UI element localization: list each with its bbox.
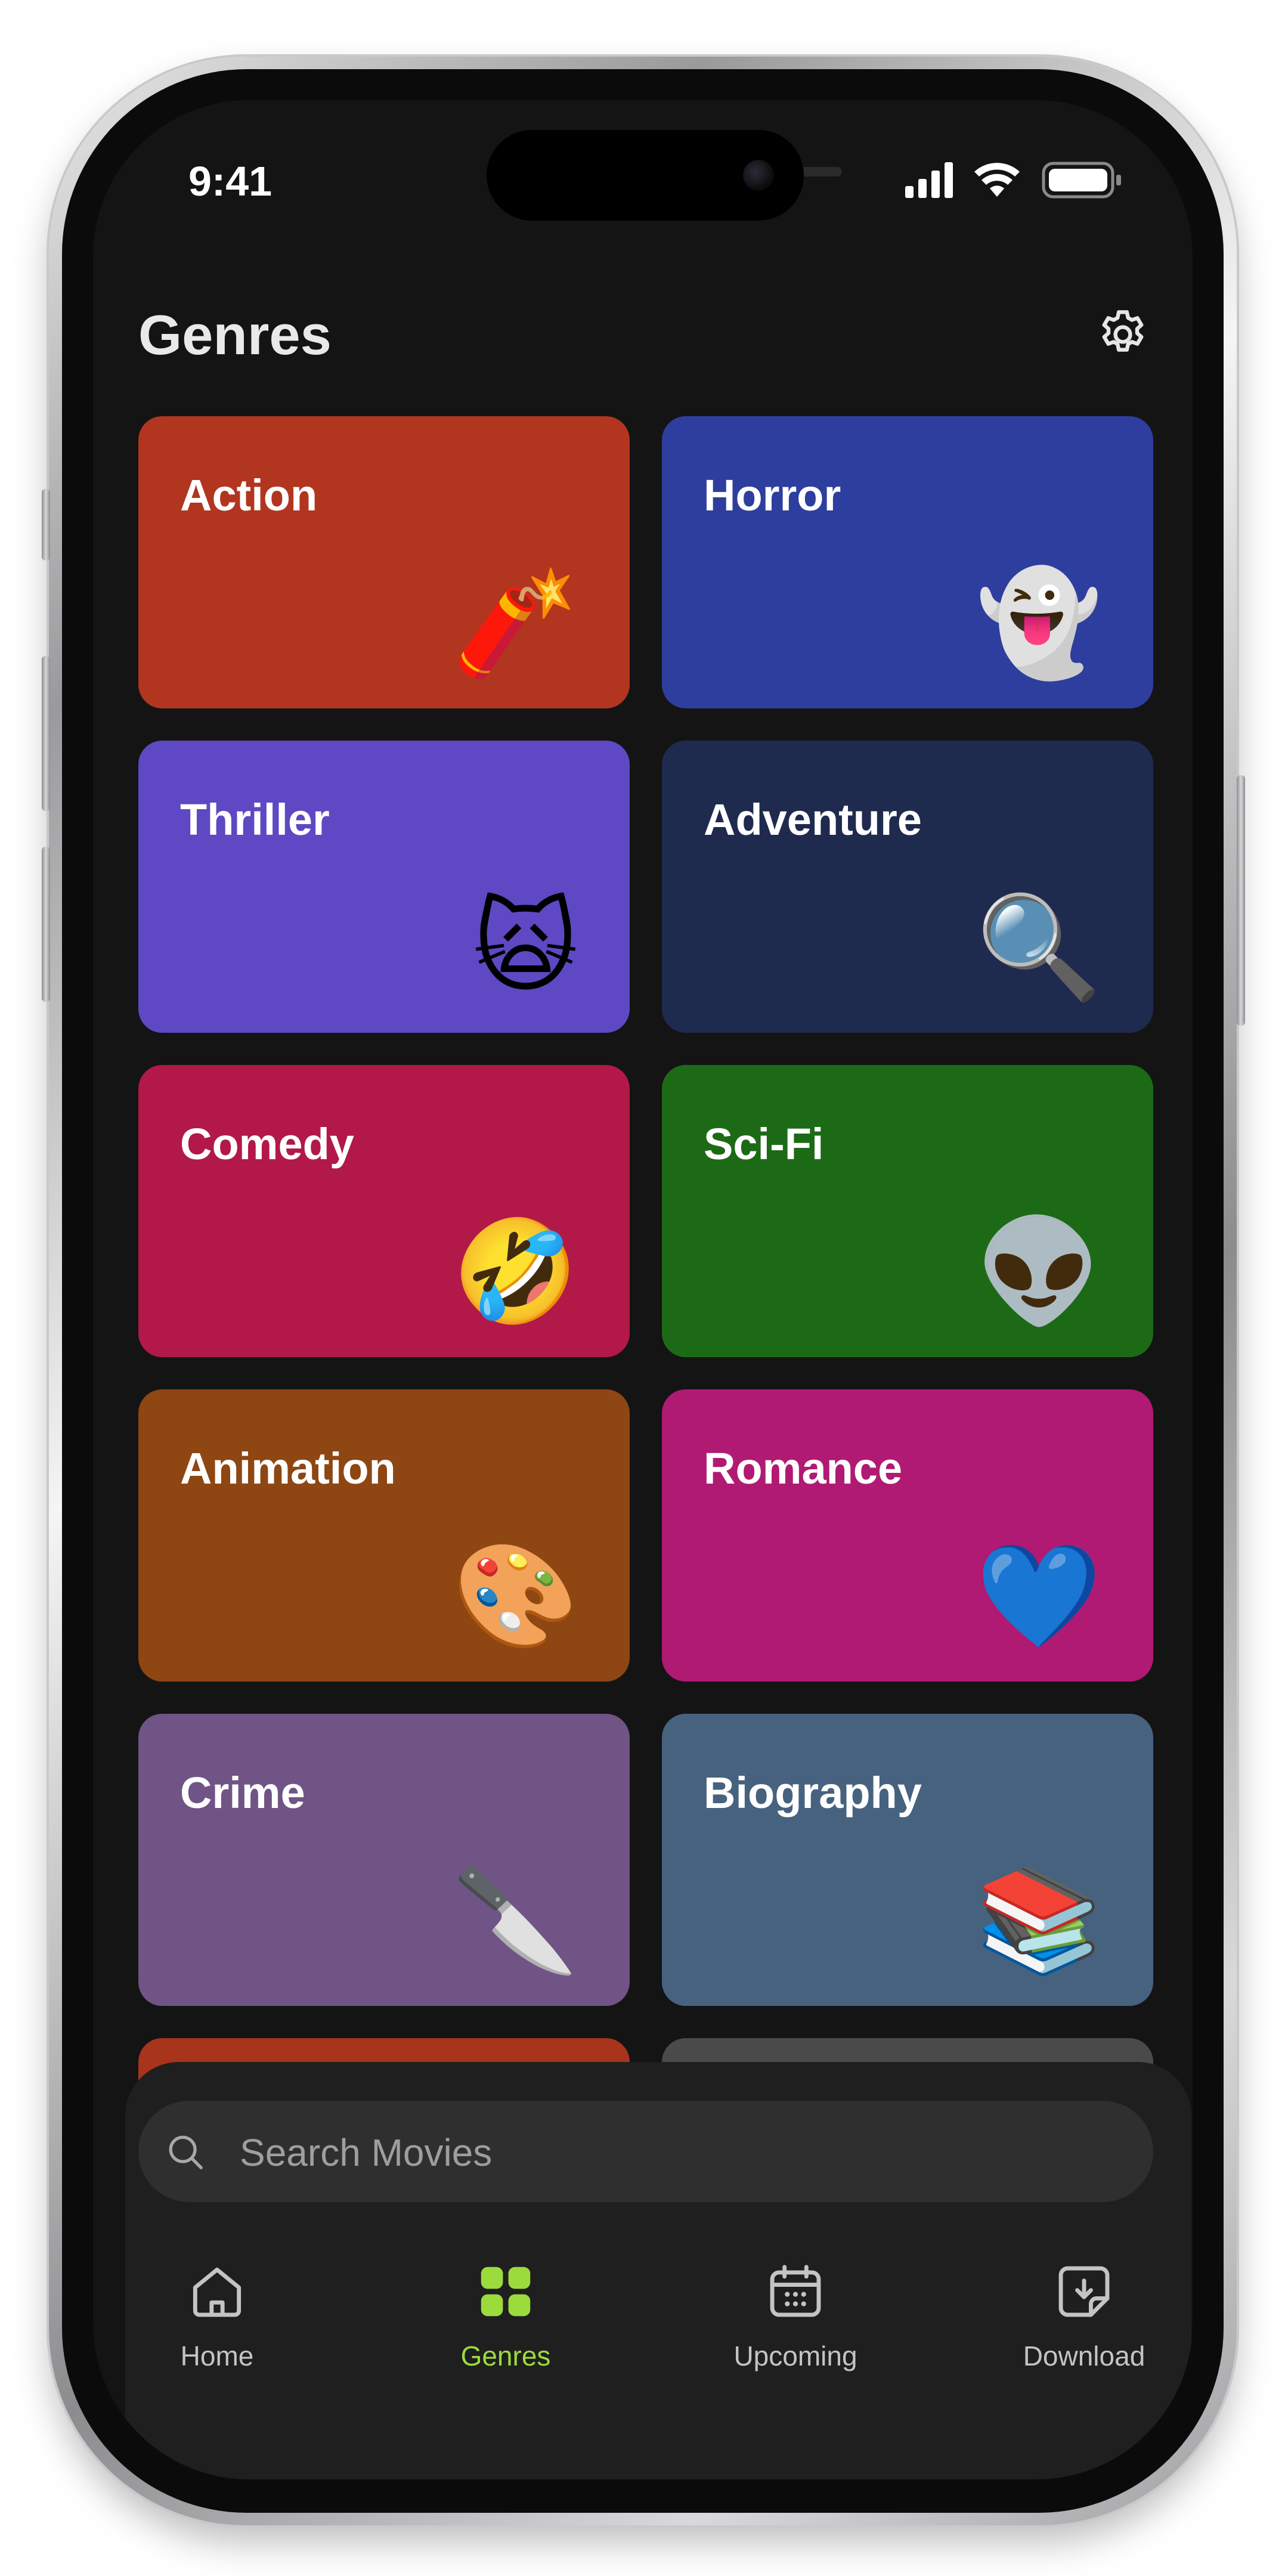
genre-card-comedy[interactable]: Comedy 🤣 <box>138 1065 630 1357</box>
tab-bar: Home Genres Upcoming Download <box>93 2259 1193 2438</box>
search-placeholder: Search Movies <box>240 2131 493 2174</box>
gear-icon <box>1102 310 1144 352</box>
genre-card-crime[interactable]: Crime 🔪 <box>138 1714 630 2006</box>
genre-label: Action <box>180 470 318 520</box>
alien-icon: 👽 <box>976 1215 1102 1329</box>
books-icon: 📚 <box>976 1864 1102 1977</box>
status-icons <box>905 162 1121 199</box>
search-icon <box>169 2135 203 2169</box>
tab-label: Home <box>180 2340 254 2371</box>
genre-label: Romance <box>704 1444 903 1493</box>
grid-icon <box>481 2267 531 2317</box>
power-button <box>1237 775 1245 1026</box>
genre-label: Horror <box>704 470 841 520</box>
genre-card-romance[interactable]: Romance 💙 <box>662 1389 1153 1682</box>
genre-card-thriller[interactable]: Thriller 🙀 <box>138 741 630 1033</box>
tab-label: Genres <box>460 2340 551 2371</box>
tab-label: Download <box>1023 2340 1145 2371</box>
volume-down-button <box>42 847 50 1002</box>
genre-label: Animation <box>180 1444 396 1493</box>
tab-home[interactable]: Home <box>128 2259 306 2390</box>
wifi-icon <box>974 163 1020 197</box>
dynamic-island <box>487 130 804 221</box>
camera-icon <box>743 160 774 191</box>
tab-label: Upcoming <box>733 2340 857 2371</box>
genre-label: Sci-Fi <box>704 1119 824 1169</box>
genre-label: Adventure <box>704 795 922 844</box>
search-input[interactable]: Search Movies <box>138 2101 1153 2202</box>
download-icon <box>1058 2266 1110 2317</box>
tab-genres[interactable]: Genres <box>416 2259 595 2390</box>
app-screen: 9:41 Genres Action 🧨 Horror 👻 Thriller 🙀… <box>93 100 1193 2479</box>
genre-grid: Action 🧨 Horror 👻 Thriller 🙀 Adventure 🔍… <box>138 416 1153 2330</box>
calendar-icon <box>770 2265 821 2317</box>
genre-card-sci-fi[interactable]: Sci-Fi 👽 <box>662 1065 1153 1357</box>
volume-up-button <box>42 656 50 811</box>
genre-label: Comedy <box>180 1119 354 1169</box>
firecracker-icon: 🧨 <box>452 566 578 680</box>
genre-card-action[interactable]: Action 🧨 <box>138 416 630 708</box>
genre-label: Biography <box>704 1768 922 1818</box>
tab-download[interactable]: Download <box>995 2259 1174 2390</box>
knife-icon: 🔪 <box>452 1864 578 1977</box>
genre-card-animation[interactable]: Animation 🎨 <box>138 1389 630 1682</box>
battery-icon <box>1042 162 1121 199</box>
action-button <box>42 489 50 561</box>
status-time: 9:41 <box>188 158 273 205</box>
palette-icon: 🎨 <box>452 1540 578 1653</box>
genre-card-biography[interactable]: Biography 📚 <box>662 1714 1153 2006</box>
page-title: Genres <box>138 304 332 366</box>
scared-cat-icon: 🙀 <box>472 891 578 1004</box>
ghost-icon: 👻 <box>976 566 1102 680</box>
magnifying-glass-icon: 🔍 <box>976 891 1102 1004</box>
rolling-laughing-icon: 🤣 <box>452 1215 578 1329</box>
genre-label: Crime <box>180 1768 305 1818</box>
tab-upcoming[interactable]: Upcoming <box>706 2259 885 2390</box>
genre-label: Thriller <box>180 795 330 844</box>
settings-button[interactable] <box>1090 302 1156 367</box>
genre-card-horror[interactable]: Horror 👻 <box>662 416 1153 708</box>
genre-card-adventure[interactable]: Adventure 🔍 <box>662 741 1153 1033</box>
home-icon <box>193 2267 242 2317</box>
blue-heart-icon: 💙 <box>976 1540 1102 1653</box>
cellular-signal-icon <box>905 162 953 198</box>
